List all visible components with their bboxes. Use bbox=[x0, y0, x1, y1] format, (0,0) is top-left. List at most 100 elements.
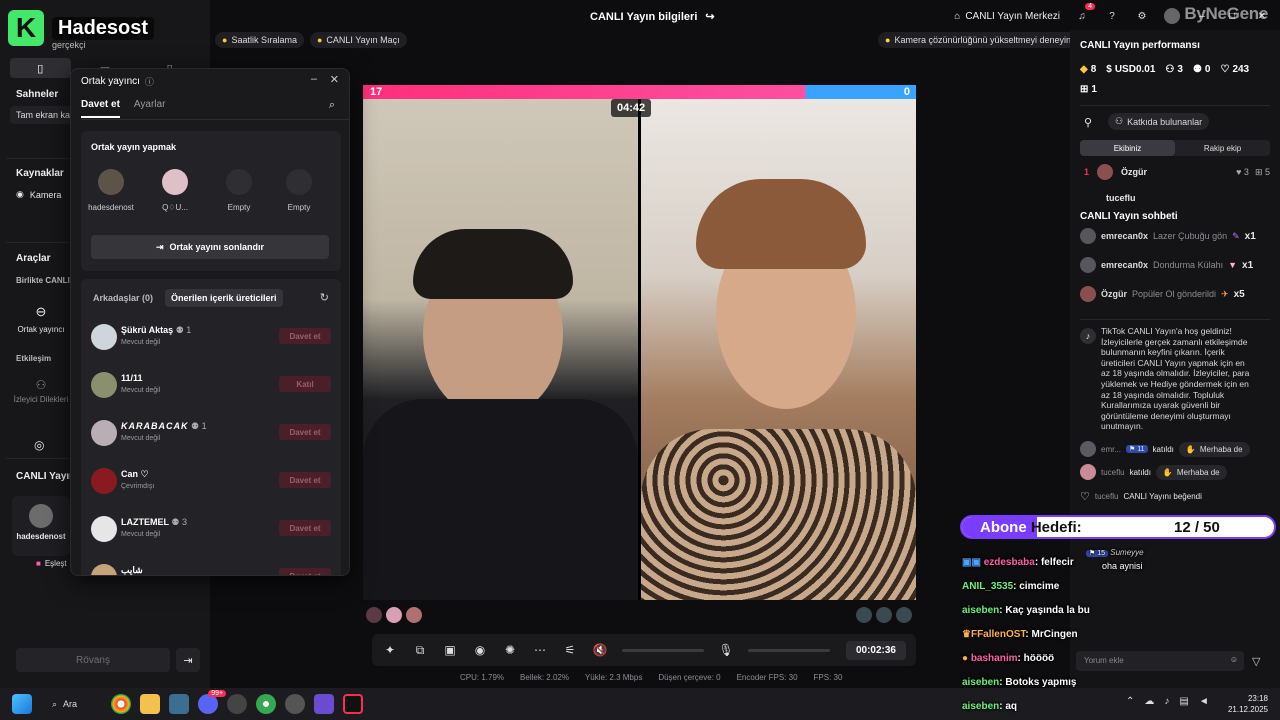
list-item: شايب Davet et bbox=[91, 564, 331, 575]
mic-icon[interactable]: 🎙 bbox=[718, 642, 734, 658]
taskbar-search[interactable]: ⌕ Ara bbox=[52, 699, 77, 710]
filter-icon[interactable]: ▽ bbox=[1252, 655, 1260, 668]
steam-icon[interactable] bbox=[227, 694, 248, 714]
tab-suggested[interactable]: Önerilen içerik üreticileri bbox=[165, 289, 283, 307]
discord-icon[interactable]: 99+ bbox=[198, 690, 227, 714]
chrome-icon[interactable] bbox=[111, 694, 132, 714]
live-user-name: hadesdenost bbox=[16, 532, 66, 541]
say-hi-button[interactable]: ✋ Merhaba de bbox=[1155, 464, 1227, 480]
end-cohost-button[interactable]: ⇥ Ortak yayını sonlandır bbox=[91, 235, 329, 259]
invite-button[interactable]: Davet et bbox=[279, 568, 331, 575]
invite-button[interactable]: Davet et bbox=[279, 520, 331, 536]
scene-item[interactable]: Tam ekran kamera bbox=[10, 106, 72, 124]
chat-panel: CANLI Yayın sohbeti emrecan0x Lazer Çubu… bbox=[1070, 202, 1280, 688]
leaderboard-row[interactable]: 1 Özgür ♥ 3 ⊞ 5 bbox=[1084, 164, 1270, 180]
live-info-title[interactable]: CANLI Yayın bilgileri ↪ bbox=[590, 10, 715, 24]
join-button[interactable]: Katıl bbox=[279, 376, 331, 392]
camera-tip-pill[interactable]: ● Kamera çözünürlüğünü yükseltmeyi deney… bbox=[878, 32, 1079, 48]
screen-share-icon[interactable]: ⧉ bbox=[412, 642, 428, 658]
cohost-slot-4[interactable]: Empty bbox=[271, 169, 327, 212]
gear-icon[interactable]: ⚙ bbox=[1134, 8, 1150, 24]
hourly-ranking-pill[interactable]: ● Saatlik Sıralama bbox=[215, 32, 304, 48]
watermark: ByNeGene bbox=[1184, 4, 1268, 23]
cloud-icon[interactable]: ☁ bbox=[1144, 696, 1154, 707]
tab-invite[interactable]: Davet et bbox=[81, 99, 120, 118]
list-item: 11/11 Mevcut değil Katıl bbox=[91, 372, 331, 402]
adjust-icon[interactable]: ⚟ bbox=[562, 642, 578, 658]
taskbar-clock[interactable]: 23:18 21.12.2025 bbox=[1228, 693, 1268, 715]
mobile-tab[interactable]: ▯ bbox=[10, 58, 71, 78]
layout-icon[interactable]: ▣ bbox=[442, 642, 458, 658]
comment-input[interactable]: Yorum ekle ☺ bbox=[1076, 651, 1244, 671]
magic-wand-icon[interactable]: ✦ bbox=[382, 642, 398, 658]
overlay-message: aiseben: aq bbox=[962, 701, 1018, 712]
info-icon[interactable]: ⓘ bbox=[145, 75, 154, 88]
tab-rival-team[interactable]: Rakip ekip bbox=[1175, 140, 1270, 156]
cohost-slot-3[interactable]: Empty bbox=[211, 169, 267, 212]
live-user-card[interactable]: hadesdenost bbox=[12, 496, 70, 556]
viewer-wishes-tool[interactable]: ⚇ İzleyici Dilekleri bbox=[12, 378, 70, 404]
emoji-icon[interactable]: ☺ bbox=[1230, 655, 1238, 664]
network-icon[interactable]: ▤ bbox=[1179, 696, 1188, 707]
avatar[interactable] bbox=[1164, 8, 1180, 24]
source-camera[interactable]: ◉ Kamera bbox=[16, 189, 61, 200]
cohost-slot-2[interactable]: Q♢U... bbox=[147, 169, 203, 212]
minimize-icon[interactable]: – bbox=[311, 73, 317, 85]
person-icon[interactable]: ⚲ bbox=[1084, 116, 1092, 129]
close-icon[interactable]: ✕ bbox=[330, 73, 339, 86]
chevron-up-icon[interactable]: ⌃ bbox=[1126, 696, 1134, 707]
camera-tip-label: Kamera çözünürlüğünü yükseltmeyi deneyin bbox=[894, 35, 1072, 45]
link-icon: ⊖ bbox=[35, 304, 47, 319]
bell-icon[interactable]: ♫ 4 bbox=[1074, 3, 1095, 24]
brand-name: Hadesost bbox=[52, 16, 155, 40]
creator-status: Çevrimdışı bbox=[121, 483, 155, 490]
app-icon[interactable] bbox=[169, 694, 190, 714]
share-icon[interactable]: ↪ bbox=[705, 10, 714, 23]
match-row[interactable]: ■ Eşleşt bbox=[36, 559, 67, 568]
live-match-pill[interactable]: ● CANLI Yayın Maçı bbox=[309, 32, 407, 48]
say-hi-button[interactable]: ✋ Merhaba de bbox=[1178, 441, 1250, 457]
mic-icon[interactable]: ♪ bbox=[1164, 696, 1169, 707]
windows-start-icon[interactable] bbox=[12, 694, 32, 714]
chrome-canary-icon[interactable] bbox=[256, 694, 277, 714]
folder-icon[interactable] bbox=[140, 694, 161, 714]
exit-icon[interactable]: ⇥ bbox=[176, 648, 200, 672]
contributors-button[interactable]: ⚇ Katkıda bulunanlar bbox=[1108, 113, 1210, 130]
app-icon[interactable] bbox=[314, 694, 335, 714]
viewer-wishes-label: İzleyici Dilekleri bbox=[13, 395, 69, 404]
help-icon[interactable]: ? bbox=[1104, 8, 1120, 24]
slot-name: Empty bbox=[227, 203, 251, 212]
record-icon[interactable]: ◉ bbox=[472, 642, 488, 658]
avatar bbox=[1080, 441, 1096, 457]
cohost-slot-1[interactable]: hadesdenost bbox=[83, 169, 139, 212]
system-tray: ⌃ ☁ ♪ ▤ ◄ bbox=[1126, 696, 1209, 707]
tab-settings[interactable]: Ayarlar bbox=[134, 99, 166, 118]
level-badge: ⚑ 15 bbox=[1086, 550, 1109, 557]
rematch-button[interactable]: Rövanş bbox=[16, 648, 170, 672]
swirl-icon[interactable]: ◎ bbox=[34, 438, 44, 452]
invite-button[interactable]: Davet et bbox=[279, 328, 331, 344]
volume-slider[interactable] bbox=[622, 648, 704, 652]
video-preview[interactable]: 17 0 04:42 bbox=[363, 85, 916, 600]
tab-your-team[interactable]: Ekibiniz bbox=[1080, 140, 1175, 156]
cohost-tool[interactable]: ⊖ Ortak yayıncı bbox=[12, 304, 70, 334]
phone-icon: ▯ bbox=[37, 62, 44, 75]
brand-k-icon: K bbox=[8, 10, 44, 46]
search-icon[interactable]: ⌕ bbox=[329, 99, 335, 112]
volume-icon[interactable]: ◄ bbox=[1199, 696, 1209, 707]
invite-button[interactable]: Davet et bbox=[279, 472, 331, 488]
speaker-muted-icon[interactable]: 🔇 bbox=[592, 642, 608, 658]
source-camera-label: Kamera bbox=[29, 189, 62, 200]
tiktok-live-icon[interactable] bbox=[343, 694, 364, 714]
chat-user: emr... bbox=[1101, 444, 1122, 454]
live-center-link[interactable]: ⌂ CANLI Yayın Merkezi bbox=[954, 11, 1060, 22]
refresh-icon[interactable]: ↻ bbox=[320, 291, 329, 304]
more-icon[interactable]: ⋯ bbox=[532, 642, 548, 658]
overlay-message: ♛FFallenOST: MrCingen bbox=[962, 629, 1078, 640]
tab-friends[interactable]: Arkadaşlar (0) bbox=[93, 293, 153, 303]
settings-icon[interactable] bbox=[285, 694, 306, 714]
invite-button[interactable]: Davet et bbox=[279, 424, 331, 440]
contributors-label: Katkıda bulunanlar bbox=[1127, 116, 1203, 127]
mic-slider[interactable] bbox=[748, 648, 830, 652]
effects-icon[interactable]: ✺ bbox=[502, 642, 518, 658]
